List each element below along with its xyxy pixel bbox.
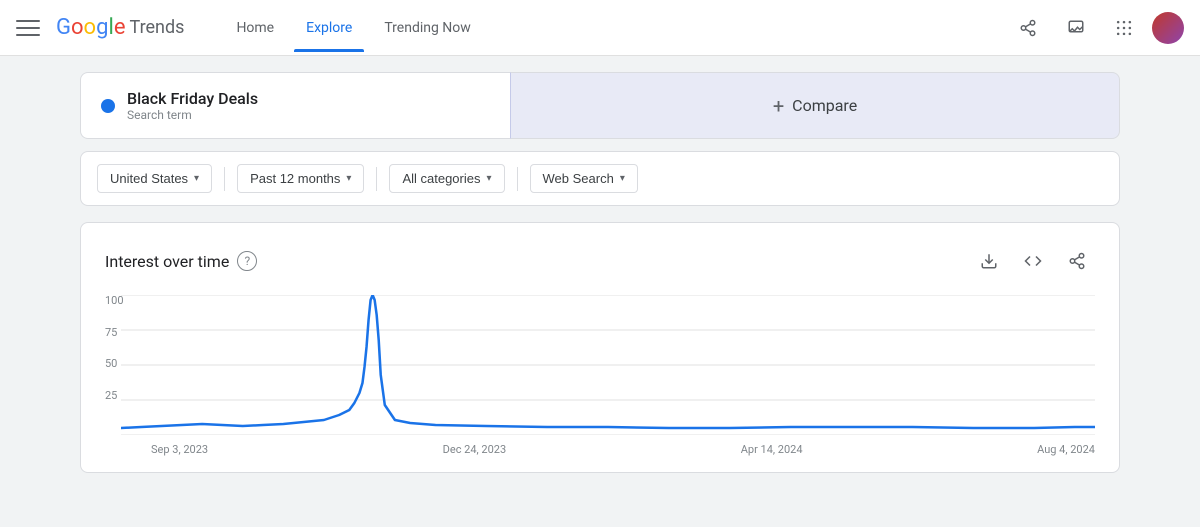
country-label: United States (110, 171, 188, 186)
chevron-down-icon: ▾ (620, 173, 625, 184)
country-filter[interactable]: United States ▾ (97, 164, 212, 193)
trends-wordmark: Trends (129, 17, 184, 38)
chart-section: Interest over time ? (80, 222, 1120, 473)
apps-icon[interactable] (1104, 8, 1144, 48)
compare-plus-icon: + (773, 94, 784, 118)
time-range-filter[interactable]: Past 12 months ▾ (237, 164, 364, 193)
search-type-label: Web Search (543, 171, 614, 186)
user-avatar[interactable] (1152, 12, 1184, 44)
app-header: Google Trends Home Explore Trending Now (0, 0, 1200, 56)
category-filter[interactable]: All categories ▾ (389, 164, 504, 193)
search-area: Black Friday Deals Search term + Compare (80, 72, 1120, 139)
x-label-sep: Sep 3, 2023 (151, 443, 208, 456)
share-icon[interactable] (1008, 8, 1048, 48)
y-label-50: 50 (105, 358, 124, 369)
header-left: Google Trends Home Explore Trending Now (16, 12, 483, 44)
filters-bar: United States ▾ Past 12 months ▾ All cat… (80, 151, 1120, 206)
filter-divider-1 (224, 167, 225, 191)
chart-body: 100 75 50 25 0 (105, 295, 1095, 456)
help-icon[interactable]: ? (237, 251, 257, 271)
x-axis-labels: Sep 3, 2023 Dec 24, 2023 Apr 14, 2024 Au… (121, 439, 1095, 456)
chart-header: Interest over time ? (105, 243, 1095, 279)
google-wordmark: Google (56, 15, 125, 40)
nav-explore[interactable]: Explore (294, 12, 364, 44)
term-info: Black Friday Deals Search term (127, 89, 258, 122)
interest-chart (121, 295, 1095, 435)
download-icon[interactable] (971, 243, 1007, 279)
compare-label: Compare (792, 96, 857, 115)
menu-icon[interactable] (16, 16, 40, 40)
logo: Google Trends (56, 15, 184, 40)
search-term-name: Black Friday Deals (127, 89, 258, 108)
y-label-100: 100 (105, 295, 124, 306)
chevron-down-icon: ▾ (346, 173, 351, 184)
x-label-apr: Apr 14, 2024 (741, 443, 803, 456)
nav-home[interactable]: Home (224, 12, 286, 44)
main-nav: Home Explore Trending Now (224, 12, 482, 44)
chevron-down-icon: ▾ (194, 173, 199, 184)
main-content: Black Friday Deals Search term + Compare… (0, 56, 1200, 489)
chart-share-icon[interactable] (1059, 243, 1095, 279)
chart-actions (971, 243, 1095, 279)
embed-icon[interactable] (1015, 243, 1051, 279)
chart-plot-area: Sep 3, 2023 Dec 24, 2023 Apr 14, 2024 Au… (105, 295, 1095, 456)
term-color-indicator (101, 99, 115, 113)
chevron-down-icon: ▾ (486, 173, 491, 184)
feedback-icon[interactable] (1056, 8, 1096, 48)
x-label-dec: Dec 24, 2023 (443, 443, 507, 456)
chart-title-area: Interest over time ? (105, 251, 257, 271)
header-right (1008, 8, 1184, 48)
y-label-75: 75 (105, 327, 124, 338)
nav-trending-now[interactable]: Trending Now (372, 12, 482, 44)
x-label-aug: Aug 4, 2024 (1037, 443, 1095, 456)
category-label: All categories (402, 171, 480, 186)
y-axis-labels: 100 75 50 25 0 (105, 295, 124, 436)
search-term-type: Search term (127, 108, 258, 122)
chart-title: Interest over time (105, 252, 229, 271)
search-type-filter[interactable]: Web Search ▾ (530, 164, 638, 193)
time-range-label: Past 12 months (250, 171, 340, 186)
filter-divider-2 (376, 167, 377, 191)
compare-box[interactable]: + Compare (510, 72, 1120, 139)
search-term-box: Black Friday Deals Search term (80, 72, 510, 139)
filter-divider-3 (517, 167, 518, 191)
y-label-25: 25 (105, 390, 124, 401)
